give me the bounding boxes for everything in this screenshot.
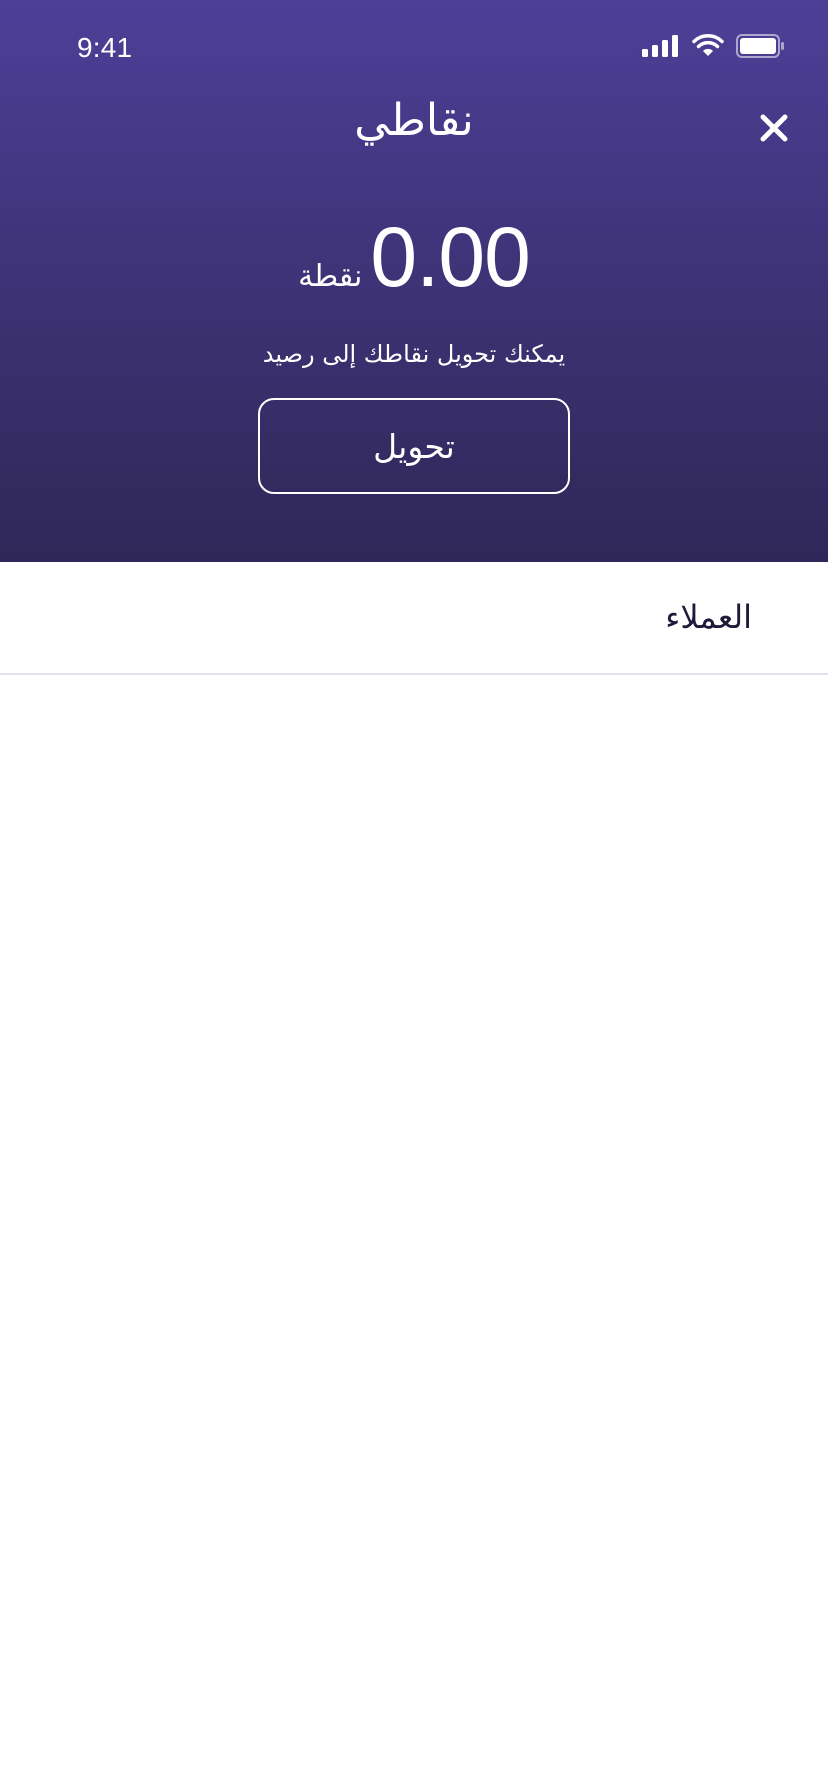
wifi-icon [692,34,724,56]
battery-icon [736,34,784,58]
close-icon [760,114,788,142]
page-title: نقاطي [354,95,474,146]
convert-button[interactable]: تحويل [258,398,570,494]
status-icons [642,32,784,60]
status-time: 9:41 [77,32,133,63]
points-balance: نقطة 0.00 [0,215,828,299]
customers-section-title: العملاء [665,598,752,636]
points-value: 0.00 [370,210,530,304]
signal-icon [642,35,678,57]
convert-hint: يمكنك تحويل نقاطك إلى رصيد [262,340,566,368]
header-panel: 9:41 نقاطي نقطة 0.00 يمكنك تحويل نقاطك إ… [0,0,828,562]
close-button[interactable] [754,108,794,148]
customers-section-header: العملاء [0,562,828,675]
points-unit: نقطة [298,259,363,294]
